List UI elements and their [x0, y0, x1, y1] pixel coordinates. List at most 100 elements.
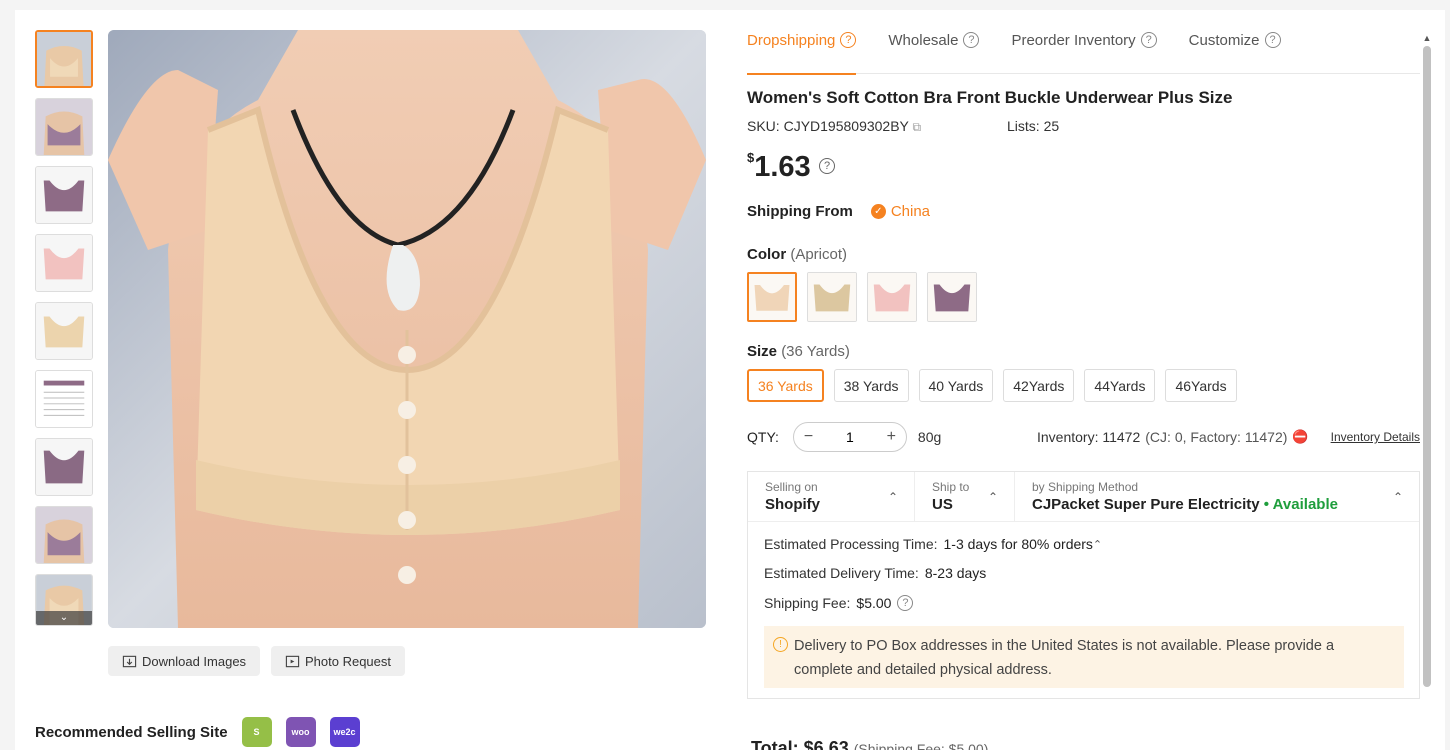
total: Total: $6.63 (Shipping Fee: $5.00): [751, 738, 988, 750]
size-options: 36 Yards 38 Yards 40 Yards 42Yards 44Yar…: [747, 369, 1237, 402]
color-swatch[interactable]: [747, 272, 797, 322]
ship-to-label: Ship to: [932, 480, 970, 494]
chevron-up-icon: ⌃: [1392, 490, 1403, 504]
size-option[interactable]: 36 Yards: [747, 369, 824, 402]
delivery-time: Estimated Delivery Time: 8-23 days: [764, 565, 986, 581]
price: $1.63: [747, 150, 811, 184]
inventory-count: Inventory: 11472: [1037, 429, 1141, 445]
thumbnail[interactable]: [35, 506, 93, 564]
tab-wholesale[interactable]: Wholesale?: [888, 32, 980, 74]
tab-label: Wholesale: [888, 32, 959, 49]
tab-customize[interactable]: Customize?: [1189, 32, 1281, 74]
selling-on-selector[interactable]: Selling on Shopify ⌃: [748, 472, 915, 521]
scroll-thumb[interactable]: [1423, 46, 1431, 687]
woocommerce-icon[interactable]: woo: [285, 717, 316, 747]
delivery-value: 8-23 days: [924, 565, 987, 581]
thumbnail[interactable]: [35, 438, 93, 496]
price-help-icon[interactable]: ?: [819, 158, 835, 174]
lists-count: Lists: 25: [1007, 118, 1059, 134]
tab-dropshipping[interactable]: Dropshipping?: [747, 32, 857, 75]
color-swatch[interactable]: [927, 272, 977, 322]
we2c-icon[interactable]: we2c: [329, 717, 360, 747]
ship-to-value: US: [932, 496, 953, 513]
recommended-selling-site: Recommended Selling Site S woo we2c: [35, 717, 360, 747]
warning-icon: !: [773, 637, 788, 652]
product-title: Women's Soft Cotton Bra Front Buckle Und…: [747, 88, 1233, 107]
tab-preorder-inventory[interactable]: Preorder Inventory?: [1011, 32, 1157, 74]
thumbnail[interactable]: [35, 98, 93, 156]
lists-label: Lists:: [1007, 118, 1040, 134]
sku-label: SKU:: [747, 118, 780, 134]
quantity-row: QTY: − + 80g Inventory: 11472 (CJ: 0, Fa…: [747, 422, 1420, 452]
help-icon[interactable]: ?: [840, 32, 857, 48]
lists-value: 25: [1043, 118, 1060, 134]
shopify-icon[interactable]: S: [241, 717, 272, 747]
scroll-up-icon[interactable]: ▲: [1422, 32, 1432, 44]
thumbnail[interactable]: [35, 370, 93, 428]
thumbnail[interactable]: [35, 302, 93, 360]
shipping-method-label: by Shipping Method: [1032, 480, 1139, 494]
processing-time: Estimated Processing Time: 1-3 days for …: [764, 536, 1102, 552]
check-icon: ✓: [870, 204, 886, 219]
download-icon: [122, 655, 137, 667]
help-icon[interactable]: ?: [1140, 32, 1157, 48]
purchase-mode-tabs: Dropshipping? Wholesale? Preorder Invent…: [747, 32, 1420, 75]
total-shipping-note: (Shipping Fee: $5.00): [853, 741, 989, 750]
po-box-warning: ! Delivery to PO Box addresses in the Un…: [764, 626, 1404, 688]
minus-icon[interactable]: −: [804, 428, 813, 446]
help-icon[interactable]: ?: [897, 595, 914, 611]
shipping-from-option[interactable]: ✓ China: [870, 203, 930, 220]
product-page: ⌄ Download Images Photo Request Recommen…: [15, 10, 1445, 750]
shipping-method-selector[interactable]: by Shipping Method CJPacket Super Pure E…: [1015, 472, 1419, 521]
shipping-method-value: CJPacket Super Pure Electricity: [1032, 496, 1260, 513]
shield-icon: ⛔: [1292, 429, 1309, 444]
price-value: 1.63: [754, 151, 811, 183]
thumbnail[interactable]: [35, 166, 93, 224]
thumbnail-strip: ⌄: [35, 30, 95, 636]
thumbnail[interactable]: [35, 30, 93, 88]
main-product-image: [108, 30, 706, 628]
chevron-up-icon[interactable]: ⌃: [1093, 538, 1102, 551]
inventory-info: Inventory: 11472 (CJ: 0, Factory: 11472)…: [1037, 429, 1309, 445]
shipping-from: Shipping From ✓ China: [747, 203, 930, 220]
color-label: Color: [747, 246, 787, 263]
chevron-down-icon[interactable]: ⌄: [36, 611, 92, 625]
inventory-breakdown: (CJ: 0, Factory: 11472): [1145, 429, 1288, 445]
size-option[interactable]: 44Yards: [1084, 369, 1156, 402]
chevron-up-icon: ⌃: [887, 490, 898, 504]
scrollbar[interactable]: ▲: [1422, 32, 1432, 697]
size-option[interactable]: 40 Yards: [918, 369, 994, 402]
size-selected: (36 Yards): [781, 343, 850, 360]
download-images-label: Download Images: [142, 653, 247, 669]
help-icon[interactable]: ?: [963, 32, 980, 48]
photo-icon: [285, 655, 300, 667]
size-option[interactable]: 46Yards: [1165, 369, 1237, 402]
shipping-fee: Shipping Fee: $5.00 ?: [764, 595, 914, 611]
total-label: Total:: [751, 738, 799, 750]
photo-request-button[interactable]: Photo Request: [271, 646, 406, 676]
weight: 80g: [917, 429, 942, 445]
shipping-selectors: Selling on Shopify ⌃ Ship to US ⌃ by Shi…: [748, 472, 1419, 522]
delivery-label: Estimated Delivery Time:: [764, 565, 919, 581]
quantity-stepper: − +: [792, 422, 907, 452]
inventory-details-link[interactable]: Inventory Details: [1331, 430, 1420, 444]
size-row: Size (36 Yards): [747, 343, 850, 360]
quantity-input[interactable]: [829, 429, 870, 445]
color-selected: (Apricot): [790, 246, 848, 263]
tab-label: Customize: [1188, 32, 1260, 49]
warning-text: Delivery to PO Box addresses in the Unit…: [794, 638, 1335, 678]
thumbnail[interactable]: [35, 234, 93, 292]
thumbnail[interactable]: ⌄: [35, 574, 93, 626]
download-images-button[interactable]: Download Images: [108, 646, 261, 676]
copy-icon[interactable]: ⧉: [913, 120, 922, 134]
ship-to-selector[interactable]: Ship to US ⌃: [915, 472, 1015, 521]
help-icon[interactable]: ?: [1264, 32, 1281, 48]
size-option[interactable]: 42Yards: [1003, 369, 1075, 402]
color-swatches: [747, 272, 977, 322]
chevron-up-icon: ⌃: [987, 490, 998, 504]
color-swatch[interactable]: [807, 272, 857, 322]
color-swatch[interactable]: [867, 272, 917, 322]
photo-request-label: Photo Request: [305, 653, 392, 669]
plus-icon[interactable]: +: [887, 428, 896, 446]
size-option[interactable]: 38 Yards: [833, 369, 909, 402]
